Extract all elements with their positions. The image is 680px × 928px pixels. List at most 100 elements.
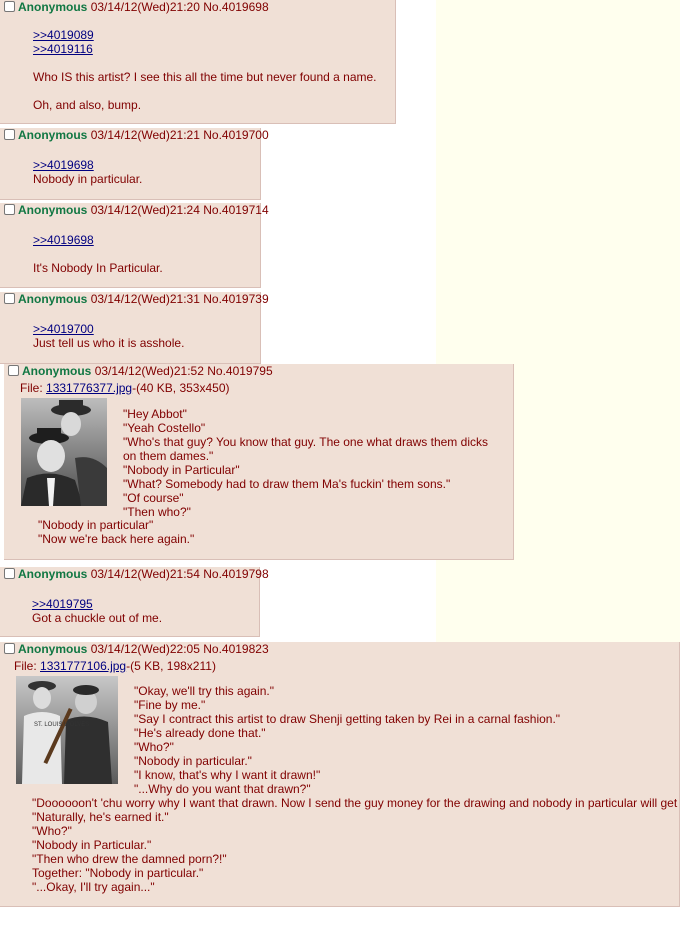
post-number[interactable]: No.4019739 (203, 292, 268, 306)
reply-post: Anonymous 03/14/12(Wed)21:52 No.4019795 F… (4, 364, 514, 560)
message-line: "I know, that's why I want it drawn!" (134, 768, 321, 782)
message-line: "Nobody in particular." (134, 754, 252, 768)
file-link[interactable]: 1331776377.jpg (46, 381, 132, 395)
message-line: "Of course" (123, 491, 184, 505)
post-message: >>4019795 Got a chuckle out of me. (32, 597, 162, 625)
select-checkbox[interactable] (4, 129, 15, 140)
poster-name: Anonymous (18, 567, 88, 581)
file-meta: -(5 KB, 198x211) (126, 659, 216, 673)
post-header: Anonymous 03/14/12(Wed)21:52 No.4019795 (8, 364, 273, 380)
post-datetime: 03/14/12(Wed)22:05 (90, 642, 200, 656)
reply-post: Anonymous 03/14/12(Wed)21:31 No.4019739 >… (0, 292, 269, 364)
file-label: File: (20, 381, 47, 395)
poster-name: Anonymous (18, 292, 88, 306)
quote-line: >>4019795 (32, 597, 162, 611)
message-line: "Yeah Costello" (123, 421, 206, 435)
message-line: "What? Somebody had to draw them Ma's fu… (123, 477, 451, 491)
message-line: Who IS this artist? I see this all the t… (33, 70, 377, 84)
message-line: "Now we're back here again." (38, 532, 195, 546)
reply-post: Anonymous 03/14/12(Wed)21:21 No.4019700 >… (0, 128, 269, 200)
thumbnail-image[interactable]: ST. LOUIS WOLVES (16, 676, 118, 784)
post-datetime: 03/14/12(Wed)21:31 (90, 292, 200, 306)
reply-post: Anonymous 03/14/12(Wed)22:05 No.4019823 F… (0, 642, 680, 907)
post-number[interactable]: No.4019823 (203, 642, 268, 656)
file-link[interactable]: 1331777106.jpg (40, 659, 126, 673)
poster-name: Anonymous (18, 128, 88, 142)
select-checkbox[interactable] (4, 204, 15, 215)
post-header: Anonymous 03/14/12(Wed)22:05 No.4019823 (4, 642, 269, 658)
message-line (33, 56, 377, 70)
post-message-continued: "Doooooon't 'chu worry why I want that d… (32, 796, 680, 894)
quote-line: >>4019700 (33, 322, 184, 336)
post-message: >>4019698 It's Nobody In Particular. (33, 233, 163, 275)
post-datetime: 03/14/12(Wed)21:24 (90, 203, 200, 217)
thumbnail-image[interactable] (21, 398, 107, 506)
quote-link[interactable]: >>4019698 (33, 233, 94, 247)
post-header: Anonymous 03/14/12(Wed)21:21 No.4019700 (4, 128, 269, 144)
message-line: "Doooooon't 'chu worry why I want that d… (32, 796, 680, 810)
post-header: Anonymous 03/14/12(Wed)21:20 No.4019698 (4, 0, 269, 16)
reply-post: Anonymous 03/14/12(Wed)21:20 No.4019698 >… (0, 0, 396, 124)
quote-link[interactable]: >>4019795 (32, 597, 93, 611)
message-line: "Then who?" (123, 505, 191, 519)
message-line: "He's already done that." (134, 726, 266, 740)
footer-area (0, 907, 680, 928)
post-header: Anonymous 03/14/12(Wed)21:54 No.4019798 (4, 567, 269, 583)
select-checkbox[interactable] (4, 293, 15, 304)
message-line: "...Okay, I'll try again..." (32, 880, 155, 894)
thumbnail-graphic (21, 398, 107, 506)
post-message-continued: "Nobody in particular" "Now we're back he… (38, 518, 194, 546)
post-header: Anonymous 03/14/12(Wed)21:31 No.4019739 (4, 292, 269, 308)
quote-link[interactable]: >>4019698 (33, 158, 94, 172)
message-line: Nobody in particular. (33, 172, 143, 186)
post-number[interactable]: No.4019798 (203, 567, 268, 581)
quote-link[interactable]: >>4019116 (33, 42, 93, 56)
file-info: File: 1331776377.jpg-(40 KB, 353x450) (20, 381, 230, 395)
jersey-text: ST. LOUIS WOLVES (34, 722, 89, 728)
post-message: >>4019089 >>4019116 Who IS this artist? I … (33, 28, 377, 112)
file-info: File: 1331777106.jpg-(5 KB, 198x211) (14, 659, 216, 673)
message-line: Got a chuckle out of me. (32, 611, 163, 625)
message-line: "Hey Abbot" (123, 407, 187, 421)
post-message: >>4019698 Nobody in particular. (33, 158, 142, 186)
message-line: "Okay, we'll try this again." (134, 684, 274, 698)
message-line: "Say I contract this artist to draw Shen… (134, 712, 561, 726)
post-number[interactable]: No.4019698 (203, 0, 268, 14)
message-line: "Who?" (134, 740, 174, 754)
reply-post: Anonymous 03/14/12(Wed)21:24 No.4019714 >… (0, 203, 269, 288)
select-checkbox[interactable] (4, 1, 15, 12)
post-number[interactable]: No.4019714 (203, 203, 268, 217)
message-line: "Nobody in particular" (38, 518, 154, 532)
post-datetime: 03/14/12(Wed)21:54 (90, 567, 200, 581)
quote-link[interactable]: >>4019089 (33, 28, 94, 42)
select-checkbox[interactable] (4, 643, 15, 654)
post-number[interactable]: No.4019700 (203, 128, 268, 142)
message-line: "...Why do you want that drawn?" (134, 782, 311, 796)
thumbnail-graphic: ST. LOUIS WOLVES (16, 676, 118, 784)
message-line: "Then who drew the damned porn?!" (32, 852, 227, 866)
file-label: File: (14, 659, 41, 673)
message-line: Oh, and also, bump. (33, 98, 142, 112)
quote-link[interactable]: >>4019700 (33, 322, 94, 336)
poster-name: Anonymous (22, 364, 92, 378)
select-checkbox[interactable] (4, 568, 15, 579)
message-line: Together: "Nobody in particular." (32, 866, 204, 880)
message-line: "Fine by me." (134, 698, 206, 712)
message-line: "Nobody in Particular." (32, 838, 152, 852)
message-line: Just tell us who it is asshole. (33, 336, 185, 350)
message-line (33, 247, 163, 261)
post-number[interactable]: No.4019795 (207, 364, 272, 378)
post-datetime: 03/14/12(Wed)21:21 (90, 128, 200, 142)
quote-line: >>4019089 (33, 28, 377, 42)
post-message: "Hey Abbot" "Yeah Costello" "Who's that gu… (123, 407, 488, 519)
post-header: Anonymous 03/14/12(Wed)21:24 No.4019714 (4, 203, 269, 219)
select-checkbox[interactable] (8, 365, 19, 376)
poster-name: Anonymous (18, 203, 88, 217)
post-datetime: 03/14/12(Wed)21:52 (94, 364, 204, 378)
message-line: on them dames." (123, 449, 214, 463)
poster-name: Anonymous (18, 0, 88, 14)
file-meta: -(40 KB, 353x450) (132, 381, 230, 395)
message-line: "Naturally, he's earned it." (32, 810, 169, 824)
message-line: "Who?" (32, 824, 72, 838)
message-line: It's Nobody In Particular. (33, 261, 163, 275)
